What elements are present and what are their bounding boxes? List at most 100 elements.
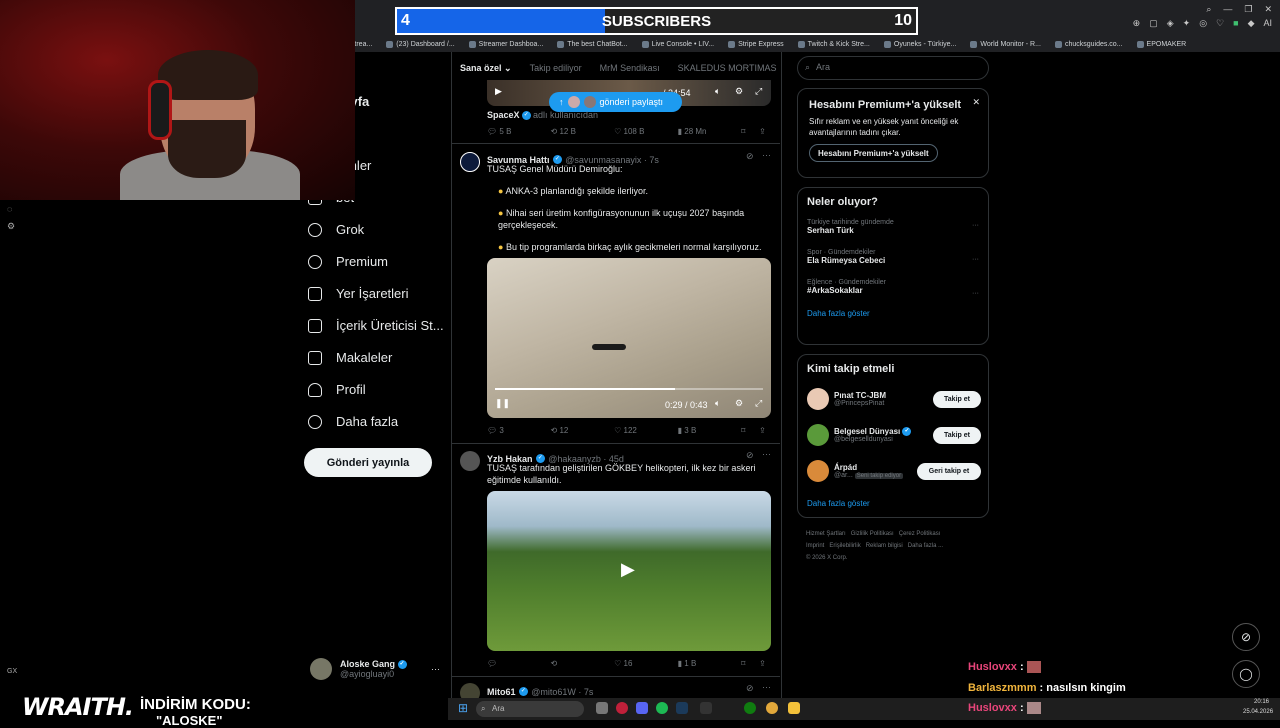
more-icon[interactable]: ··· [972, 290, 979, 297]
extension-icon[interactable]: ▢ [1149, 18, 1158, 29]
video-player[interactable]: ▶ [487, 491, 771, 651]
extension-icon[interactable]: ■ [1233, 18, 1238, 29]
video-progress-track[interactable] [495, 388, 763, 390]
bookmark[interactable]: Stripe Express [728, 36, 784, 52]
views-button[interactable]: ▮ 3 B [678, 426, 742, 435]
bookmark-icon[interactable]: ⌑ [741, 426, 759, 435]
more-icon[interactable]: ··· [762, 449, 771, 459]
footer-link[interactable]: Imprint [806, 543, 824, 549]
bookmark[interactable]: (23) Dashboard /... [386, 36, 455, 52]
avatar[interactable] [460, 451, 480, 471]
bookmark[interactable]: Streamer Dashboa... [468, 36, 543, 52]
app-icon[interactable] [596, 702, 608, 714]
settings-icon[interactable]: ⚙ [735, 86, 743, 97]
taskbar-search[interactable]: ⌕ Ara [476, 701, 584, 717]
views-button[interactable]: ▮ 28 Mn [678, 127, 742, 136]
xbox-icon[interactable] [744, 702, 756, 714]
footer-link[interactable]: Reklam bilgisi [866, 543, 903, 549]
extension-icon[interactable]: ◈ [1167, 18, 1174, 29]
grok-icon[interactable]: ⊘ [746, 450, 754, 461]
follow-back-button[interactable]: Geri takip et [917, 462, 981, 480]
ai-button[interactable]: AI [1263, 18, 1272, 29]
maximize-icon[interactable]: ❐ [1244, 4, 1252, 15]
nav-item-more[interactable]: Daha fazla [308, 414, 398, 429]
reply-button[interactable]: 💬︎ 5 B [487, 127, 551, 136]
pause-icon[interactable]: ❚❚ [495, 398, 510, 409]
search-input[interactable]: ⌕ Ara [797, 56, 989, 80]
nav-item-profile[interactable]: Profil [308, 382, 366, 397]
footer-link[interactable]: Gizlilik Politikası [851, 531, 894, 537]
like-button[interactable]: ♡ 108 B [614, 127, 678, 136]
new-posts-pill[interactable]: ↑ gönderi paylaştı [549, 92, 682, 112]
heart-icon[interactable]: ♡ [1216, 18, 1224, 29]
show-more-link[interactable]: Daha fazla göster [807, 499, 870, 508]
account-switcher[interactable]: Aloske Gang ✓ @ayiogluayi0 ··· [310, 658, 440, 680]
follow-button[interactable]: Takip et [933, 390, 981, 408]
tab-for-you[interactable]: Sana özel ⌄ [460, 63, 512, 74]
sidebar-icon[interactable]: ◌ [7, 204, 12, 214]
post-button[interactable]: Gönderi yayınla [304, 448, 432, 477]
follow-button[interactable]: Takip et [933, 426, 981, 444]
grok-fab-button[interactable]: ⊘ [1232, 623, 1260, 651]
bookmark[interactable]: chucksguides.co... [1054, 36, 1123, 52]
settings-icon[interactable]: ⚙ [735, 398, 743, 409]
like-button[interactable]: ♡ 122 [614, 426, 678, 435]
close-icon[interactable]: ✕ [1264, 4, 1272, 15]
settings-icon[interactable]: ⚙ [7, 221, 15, 232]
bookmark[interactable]: EPOMAKER [1136, 36, 1186, 52]
footer-link[interactable]: Erişilebilirlik [829, 543, 860, 549]
premium-upgrade-button[interactable]: Hesabını Premium+'a yükselt [809, 144, 938, 162]
extension-icon[interactable]: ✦ [1183, 18, 1191, 29]
messages-fab-button[interactable]: ◯ [1232, 660, 1260, 688]
footer-link[interactable]: Daha fazla ... [908, 543, 943, 549]
tab-following[interactable]: Takip ediliyor [530, 63, 582, 73]
tab-list[interactable]: MrM Sendikası [600, 63, 660, 73]
share-icon[interactable]: ⇪ [759, 127, 771, 136]
share-icon[interactable]: ⇪ [759, 426, 771, 435]
more-icon[interactable]: ··· [972, 222, 979, 229]
epic-icon[interactable] [700, 702, 712, 714]
bookmark[interactable]: The best ChatBot... [557, 36, 628, 52]
bookmark-icon[interactable]: ⌑ [741, 127, 759, 136]
trend-item[interactable]: Türkiye tarihinde gündemde Serhan Türk ··· [807, 219, 979, 235]
repost-button[interactable]: ⟲ 12 [551, 426, 615, 435]
avatar[interactable] [460, 152, 480, 172]
bookmark[interactable]: Live Console • LIV... [641, 36, 714, 52]
like-button[interactable]: ♡ 16 [614, 659, 678, 668]
spotify-icon[interactable] [656, 702, 668, 714]
chrome-icon[interactable] [766, 702, 778, 714]
play-icon[interactable]: ▶ [495, 86, 502, 97]
minimize-icon[interactable]: — [1223, 4, 1232, 15]
follow-suggestion[interactable]: Belgesel Dünyası ✓ @belgeselldunyasi Taki… [807, 424, 981, 446]
folder-icon[interactable] [788, 702, 800, 714]
show-more-link[interactable]: Daha fazla göster [807, 309, 979, 318]
windows-start-icon[interactable]: ⊞ [458, 701, 468, 715]
video-player[interactable]: ❚❚ 0:29 / 0:43 🔈︎ ⚙ ⤢ [487, 258, 771, 418]
reply-button[interactable]: 💬︎ [487, 659, 551, 668]
fullscreen-icon[interactable]: ⤢ [755, 86, 762, 97]
bookmark[interactable]: World Monitor - R... [970, 36, 1041, 52]
grok-icon[interactable]: ⊘ [746, 683, 754, 694]
bookmark[interactable]: Oyuneks - Türkiye... [883, 36, 956, 52]
play-icon[interactable]: ▶ [621, 559, 635, 580]
steam-icon[interactable] [676, 702, 688, 714]
fullscreen-icon[interactable]: ⤢ [755, 398, 762, 409]
footer-link[interactable]: Çerez Politikası [899, 531, 941, 537]
repost-button[interactable]: ⟲ 12 B [551, 127, 615, 136]
more-icon[interactable]: ··· [972, 256, 979, 263]
search-icon[interactable]: ⌕ [1206, 4, 1211, 15]
views-button[interactable]: ▮ 1 B [678, 659, 742, 668]
nav-item-bookmarks[interactable]: Yer İşaretleri [308, 286, 409, 301]
reply-button[interactable]: 💬︎ 3 [487, 426, 551, 435]
grok-icon[interactable]: ⊘ [746, 151, 754, 162]
discord-icon[interactable] [636, 702, 648, 714]
volume-icon[interactable]: 🔈︎ [715, 398, 720, 409]
share-icon[interactable]: ⇪ [759, 659, 771, 668]
trend-item[interactable]: Eğlence · Gündemdekiler #ArkaSokaklar ··· [807, 279, 979, 297]
follow-suggestion[interactable]: Árpád @ar... Seni takip ediyor Geri takip… [807, 460, 981, 482]
more-icon[interactable]: ··· [762, 150, 771, 160]
extension-icon[interactable]: ◆ [1248, 18, 1255, 29]
close-icon[interactable]: ✕ [972, 97, 980, 108]
nav-item-premium[interactable]: Premium [308, 254, 388, 269]
nav-item-grok[interactable]: Grok [308, 222, 364, 237]
